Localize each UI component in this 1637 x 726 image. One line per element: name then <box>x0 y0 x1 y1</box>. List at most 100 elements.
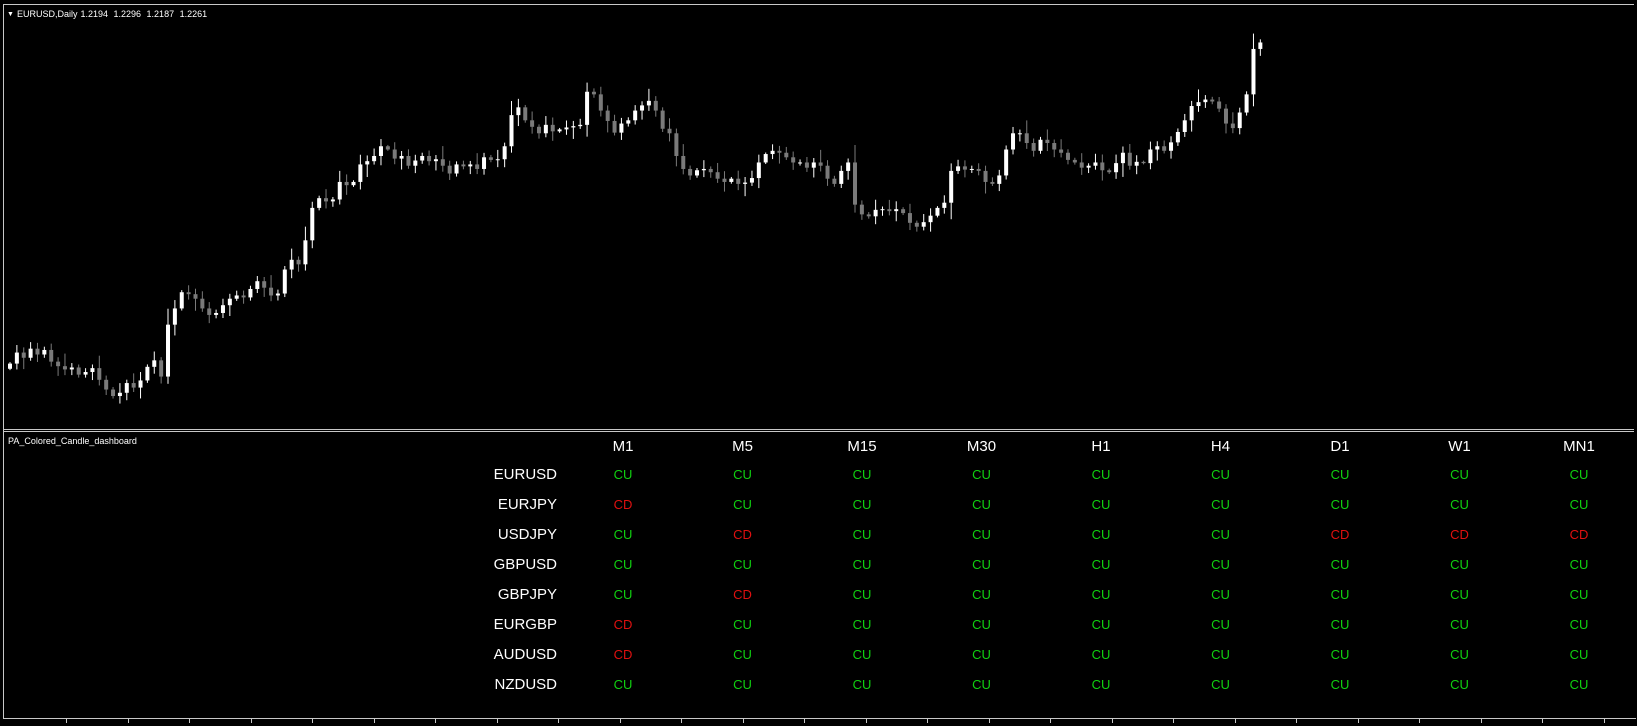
candle <box>853 145 858 213</box>
candle-body <box>736 178 741 184</box>
candle-body <box>220 305 225 313</box>
candle <box>324 189 329 209</box>
candle-body <box>1086 165 1091 168</box>
candle-body <box>749 178 754 183</box>
candle-body <box>117 392 122 397</box>
indicator-pane[interactable]: PA_Colored_Candle_dashboard M1 M5 M15 M30 H1… <box>4 432 1635 718</box>
signal-cell: CU <box>972 617 991 632</box>
candle <box>56 357 61 376</box>
candle <box>859 200 864 220</box>
candle <box>131 373 136 393</box>
candle-body <box>399 155 404 159</box>
candle <box>956 159 961 174</box>
candle-body <box>880 209 885 211</box>
signal-cell: CU <box>1450 587 1469 602</box>
candle <box>69 363 74 376</box>
candle <box>179 290 184 311</box>
candle-body <box>1217 101 1222 109</box>
candle-dashboard: M1 M5 M15 M30 H1 H4 D1 W1 MN1 EURUSD CU CU CU CU CU CU C… <box>4 432 1635 718</box>
candle-body <box>791 157 796 163</box>
candle <box>1011 126 1016 155</box>
signal-cell: CU <box>733 677 752 692</box>
signal-cell: CU <box>1091 467 1111 482</box>
candle-body <box>49 349 54 362</box>
candle-body <box>1045 139 1050 144</box>
signal-cell: CD <box>733 587 752 602</box>
candle <box>35 342 40 362</box>
candle-body <box>894 209 899 212</box>
candle-body <box>901 209 906 214</box>
candle <box>1196 89 1201 112</box>
candle <box>482 152 487 175</box>
candle-body <box>1251 48 1256 95</box>
signal-cell: CU <box>1450 497 1469 512</box>
signal-cell: CU <box>733 467 752 482</box>
candle <box>138 372 143 399</box>
time-scale-tick <box>1235 719 1236 723</box>
candle <box>928 208 933 232</box>
candle <box>282 265 287 298</box>
candle <box>942 195 947 214</box>
signal-cell: CD <box>613 497 633 512</box>
candle-body <box>186 292 191 295</box>
candle-body <box>488 157 493 160</box>
candle-body <box>853 162 858 205</box>
signal-cell: CU <box>613 557 633 572</box>
candle <box>509 101 514 153</box>
timeframe-header: M30 <box>966 438 997 455</box>
candle-body <box>1072 159 1077 163</box>
candle-body <box>289 259 294 270</box>
candle <box>1093 153 1098 170</box>
signal-cell: CU <box>613 527 633 542</box>
signal-cell: CU <box>852 587 872 602</box>
candle-body <box>839 170 844 184</box>
candle <box>502 142 507 168</box>
signal-cell: CU <box>1211 587 1230 602</box>
candle-body <box>612 120 617 133</box>
candle-body <box>887 209 892 212</box>
price-chart-pane[interactable]: ▼ EURUSD,Daily 1.2194 1.2296 1.2187 1.22… <box>4 5 1635 429</box>
candle <box>433 155 438 171</box>
candle <box>818 149 823 172</box>
candle <box>660 107 665 133</box>
candle-body <box>509 115 514 147</box>
candle <box>62 353 67 376</box>
candle <box>227 293 232 317</box>
candle-body <box>811 162 816 168</box>
signal-cell: CU <box>1091 497 1111 512</box>
candle <box>756 154 761 189</box>
candle-body <box>743 182 748 184</box>
signal-cell: CU <box>613 467 633 482</box>
dashboard-symbol-label: EURJPY <box>497 496 557 513</box>
candle-body <box>619 123 624 133</box>
candle <box>640 101 645 120</box>
timeframe-header: D1 <box>1330 438 1350 455</box>
candle <box>1169 136 1174 159</box>
chart-window[interactable]: ▼ EURUSD,Daily 1.2194 1.2296 1.2187 1.22… <box>3 4 1636 719</box>
candle <box>152 351 157 374</box>
candle-body <box>97 368 102 380</box>
candle-body <box>406 155 411 166</box>
candle-body <box>1210 99 1215 102</box>
candle <box>873 199 878 225</box>
candle <box>1038 136 1043 154</box>
candle <box>935 206 940 218</box>
candle-body <box>21 352 26 358</box>
candle <box>921 214 926 231</box>
signal-cell: CD <box>1569 527 1589 542</box>
candle-body <box>138 380 143 388</box>
candle-body <box>8 363 12 369</box>
candle <box>1175 128 1180 146</box>
candle-body <box>255 281 260 289</box>
signal-cell: CU <box>972 647 991 662</box>
candle <box>406 149 411 169</box>
candle <box>1079 153 1084 175</box>
dashboard-symbol-label: NZDUSD <box>494 676 558 693</box>
candle <box>1100 154 1105 181</box>
candle-body <box>1175 131 1180 143</box>
candle-body <box>564 127 569 130</box>
candle <box>969 165 974 173</box>
candle-body <box>28 348 33 358</box>
candle <box>516 98 521 127</box>
candle <box>385 144 390 151</box>
